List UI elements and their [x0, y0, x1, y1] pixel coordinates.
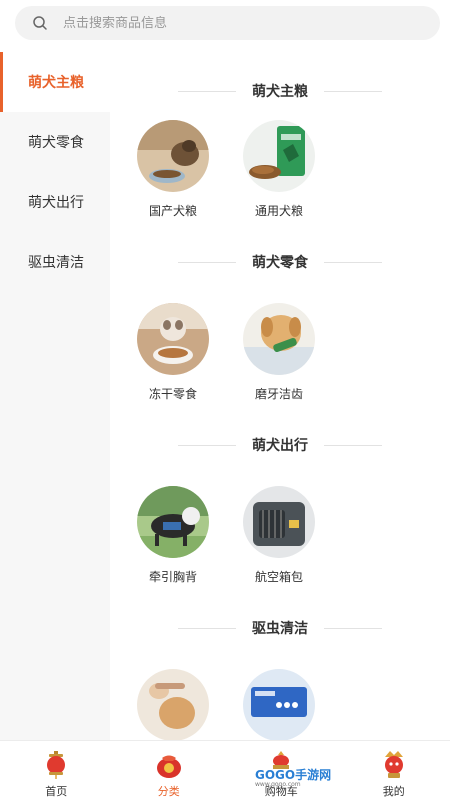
subcategory-cleaning[interactable] — [242, 669, 316, 740]
subcategory-deworming[interactable] — [136, 669, 210, 740]
subcategory-harness-leash[interactable]: 牵引胸背 — [136, 486, 210, 585]
tab-category[interactable]: 分类 — [113, 741, 226, 801]
subcategory-list — [110, 669, 450, 740]
subcategory-domestic-dog-food[interactable]: 国产犬粮 — [136, 120, 210, 219]
subcategory-label: 国产犬粮 — [149, 202, 197, 219]
subcategory-label: 通用犬粮 — [255, 202, 303, 219]
divider — [178, 445, 236, 446]
lucky-bag-icon — [156, 751, 182, 779]
bottom-tab-bar: 首页 分类 购物车 — [0, 740, 450, 801]
divider — [178, 91, 236, 92]
watermark-brand: GOGO手游网 — [255, 768, 331, 782]
divider — [178, 628, 236, 629]
section-header: 萌犬出行 — [110, 430, 450, 460]
sidebar-item-label: 萌犬零食 — [28, 132, 84, 152]
divider — [324, 91, 382, 92]
search-icon — [31, 14, 49, 32]
section-dog-food: 萌犬主粮 国产犬粮 — [110, 76, 450, 219]
tab-label: 首页 — [45, 783, 67, 799]
section-header: 萌犬零食 — [110, 247, 450, 277]
tab-label: 我的 — [383, 783, 405, 799]
category-content: 萌犬主粮 国产犬粮 — [110, 52, 450, 740]
section-title: 萌犬主粮 — [252, 81, 308, 101]
divider — [324, 262, 382, 263]
subcategory-freeze-dried-snacks[interactable]: 冻干零食 — [136, 303, 210, 402]
subcategory-label: 磨牙洁齿 — [255, 385, 303, 402]
subcategory-dental-chews[interactable]: 磨牙洁齿 — [242, 303, 316, 402]
sidebar-item-label: 萌犬主粮 — [28, 72, 84, 92]
sidebar-item-dog-food[interactable]: 萌犬主粮 — [0, 52, 110, 112]
category-sidebar: 萌犬主粮 萌犬零食 萌犬出行 驱虫清洁 — [0, 52, 110, 740]
universal-dog-food-thumbnail — [243, 120, 315, 192]
deworming-thumbnail — [137, 669, 209, 740]
section-title: 萌犬出行 — [252, 435, 308, 455]
watermark-logo: GOGO手游网 www.gogo.com — [255, 766, 331, 788]
tab-mine[interactable]: 我的 — [338, 741, 450, 801]
subcategory-label: 冻干零食 — [149, 385, 197, 402]
section-deworm-clean: 驱虫清洁 — [110, 613, 450, 740]
subcategory-list: 国产犬粮 通用犬粮 — [110, 120, 450, 219]
subcategory-label: 航空箱包 — [255, 568, 303, 585]
section-header: 萌犬主粮 — [110, 76, 450, 106]
search-header — [0, 0, 450, 53]
harness-leash-thumbnail — [137, 486, 209, 558]
section-header: 驱虫清洁 — [110, 613, 450, 643]
sidebar-item-label: 萌犬出行 — [28, 192, 84, 212]
pet-carrier-thumbnail — [243, 486, 315, 558]
section-dog-travel: 萌犬出行 牵引胸背 — [110, 430, 450, 585]
watermark-url: www.gogo.com — [255, 781, 331, 788]
subcategory-label: 牵引胸背 — [149, 568, 197, 585]
divider — [324, 445, 382, 446]
mascot-icon — [381, 751, 407, 779]
divider — [324, 628, 382, 629]
section-title: 萌犬零食 — [252, 252, 308, 272]
sidebar-item-deworm-clean[interactable]: 驱虫清洁 — [0, 232, 110, 292]
tab-home[interactable]: 首页 — [0, 741, 113, 801]
subcategory-pet-carrier[interactable]: 航空箱包 — [242, 486, 316, 585]
tab-label: 分类 — [158, 783, 180, 799]
sidebar-item-dog-travel[interactable]: 萌犬出行 — [0, 172, 110, 232]
sidebar-item-dog-snacks[interactable]: 萌犬零食 — [0, 112, 110, 172]
dental-chews-thumbnail — [243, 303, 315, 375]
section-title: 驱虫清洁 — [252, 618, 308, 638]
subcategory-list: 牵引胸背 航空箱包 — [110, 486, 450, 585]
subcategory-list: 冻干零食 磨牙洁齿 — [110, 303, 450, 402]
search-bar[interactable] — [15, 6, 440, 40]
lantern-icon — [43, 751, 69, 779]
subcategory-universal-dog-food[interactable]: 通用犬粮 — [242, 120, 316, 219]
freeze-dried-snacks-thumbnail — [137, 303, 209, 375]
cleaning-thumbnail — [243, 669, 315, 740]
domestic-dog-food-thumbnail — [137, 120, 209, 192]
search-input[interactable] — [63, 16, 393, 31]
sidebar-item-label: 驱虫清洁 — [28, 252, 84, 272]
divider — [178, 262, 236, 263]
section-dog-snacks: 萌犬零食 冻干零食 — [110, 247, 450, 402]
